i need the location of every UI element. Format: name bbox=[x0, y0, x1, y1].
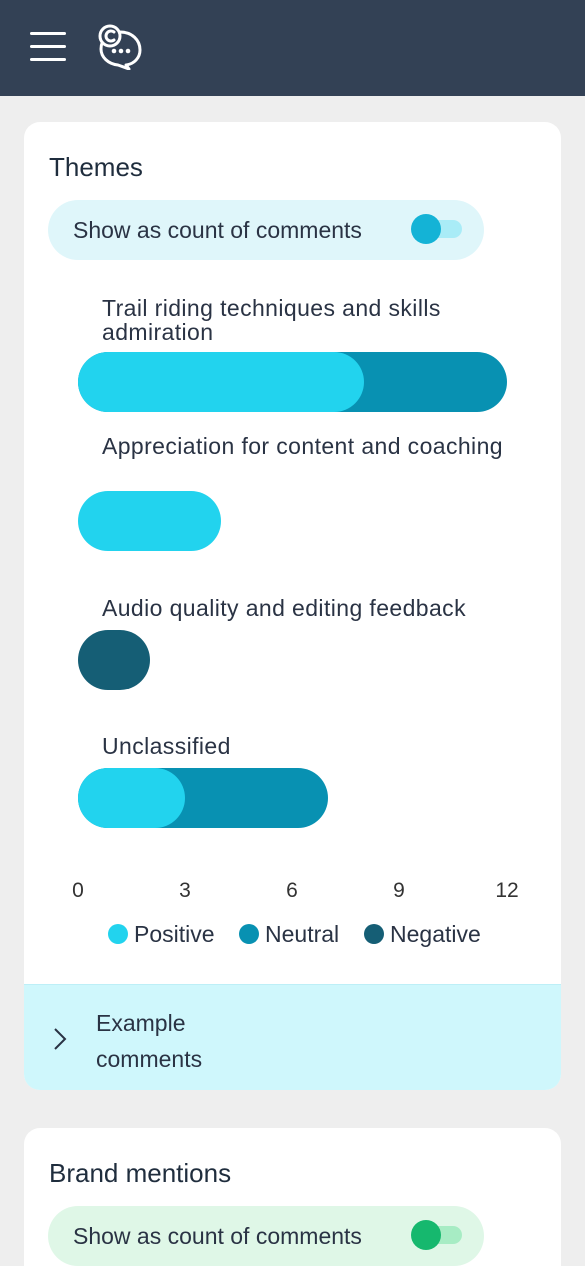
bar-row[interactable] bbox=[78, 630, 150, 690]
bar-row[interactable] bbox=[78, 768, 329, 828]
brand-mentions-title: Brand mentions bbox=[49, 1158, 232, 1188]
count-toggle[interactable]: Show as count of comments bbox=[48, 200, 484, 260]
x-tick-label: 3 bbox=[179, 879, 191, 902]
legend-label: Positive bbox=[134, 920, 215, 947]
x-tick-label: 9 bbox=[393, 879, 405, 902]
legend-item-negative[interactable]: Negative bbox=[364, 920, 481, 948]
brand-count-toggle[interactable]: Show as count of comments bbox=[48, 1206, 484, 1266]
legend-dot-negative bbox=[364, 924, 384, 944]
legend-label: Negative bbox=[390, 920, 481, 947]
themes-card: Themes Show as count of comments Trail r… bbox=[24, 122, 561, 1090]
bar-category-label: Trail riding techniques and skills admir… bbox=[102, 295, 441, 345]
bar-segment-positive[interactable] bbox=[78, 768, 186, 828]
chevron-right-icon bbox=[54, 1028, 67, 1050]
bar-category-label: Audio quality and editing feedback bbox=[102, 595, 466, 621]
bar-segment-positive[interactable] bbox=[78, 352, 364, 412]
count-toggle-label: Show as count of comments bbox=[73, 217, 362, 243]
x-tick-label: 12 bbox=[495, 879, 519, 902]
bar-segment-negative[interactable] bbox=[78, 630, 150, 690]
bar-row[interactable] bbox=[78, 352, 507, 412]
legend-dot-positive bbox=[108, 924, 128, 944]
brand-mentions-card: Brand mentions Show as count of comments bbox=[24, 1128, 561, 1266]
toggle-switch-knob[interactable] bbox=[411, 214, 441, 244]
legend-item-neutral[interactable]: Neutral bbox=[239, 920, 339, 948]
bar-category-label: Appreciation for content and coaching bbox=[102, 433, 503, 459]
bar-category-label: Unclassified bbox=[102, 733, 231, 759]
themes-title: Themes bbox=[49, 152, 143, 182]
brand-count-toggle-label: Show as count of comments bbox=[73, 1223, 362, 1249]
example-comments-expander[interactable]: Example comments bbox=[24, 984, 561, 1090]
x-tick-label: 0 bbox=[72, 879, 84, 902]
bar-row[interactable] bbox=[78, 491, 221, 551]
chart-legend: Positive Neutral Negative bbox=[24, 920, 561, 948]
legend-label: Neutral bbox=[265, 920, 340, 947]
hamburger-menu-icon[interactable] bbox=[30, 30, 66, 62]
legend-dot-neutral bbox=[239, 924, 259, 944]
toggle-switch-knob[interactable] bbox=[411, 1220, 441, 1250]
bar-segment-positive[interactable] bbox=[78, 491, 221, 551]
legend-item-positive[interactable]: Positive bbox=[108, 920, 215, 948]
example-comments-label: Example comments bbox=[96, 1010, 203, 1072]
x-tick-label: 6 bbox=[286, 879, 298, 902]
top-app-bar bbox=[0, 0, 585, 96]
chat-bubble-logo-icon[interactable] bbox=[96, 24, 144, 70]
